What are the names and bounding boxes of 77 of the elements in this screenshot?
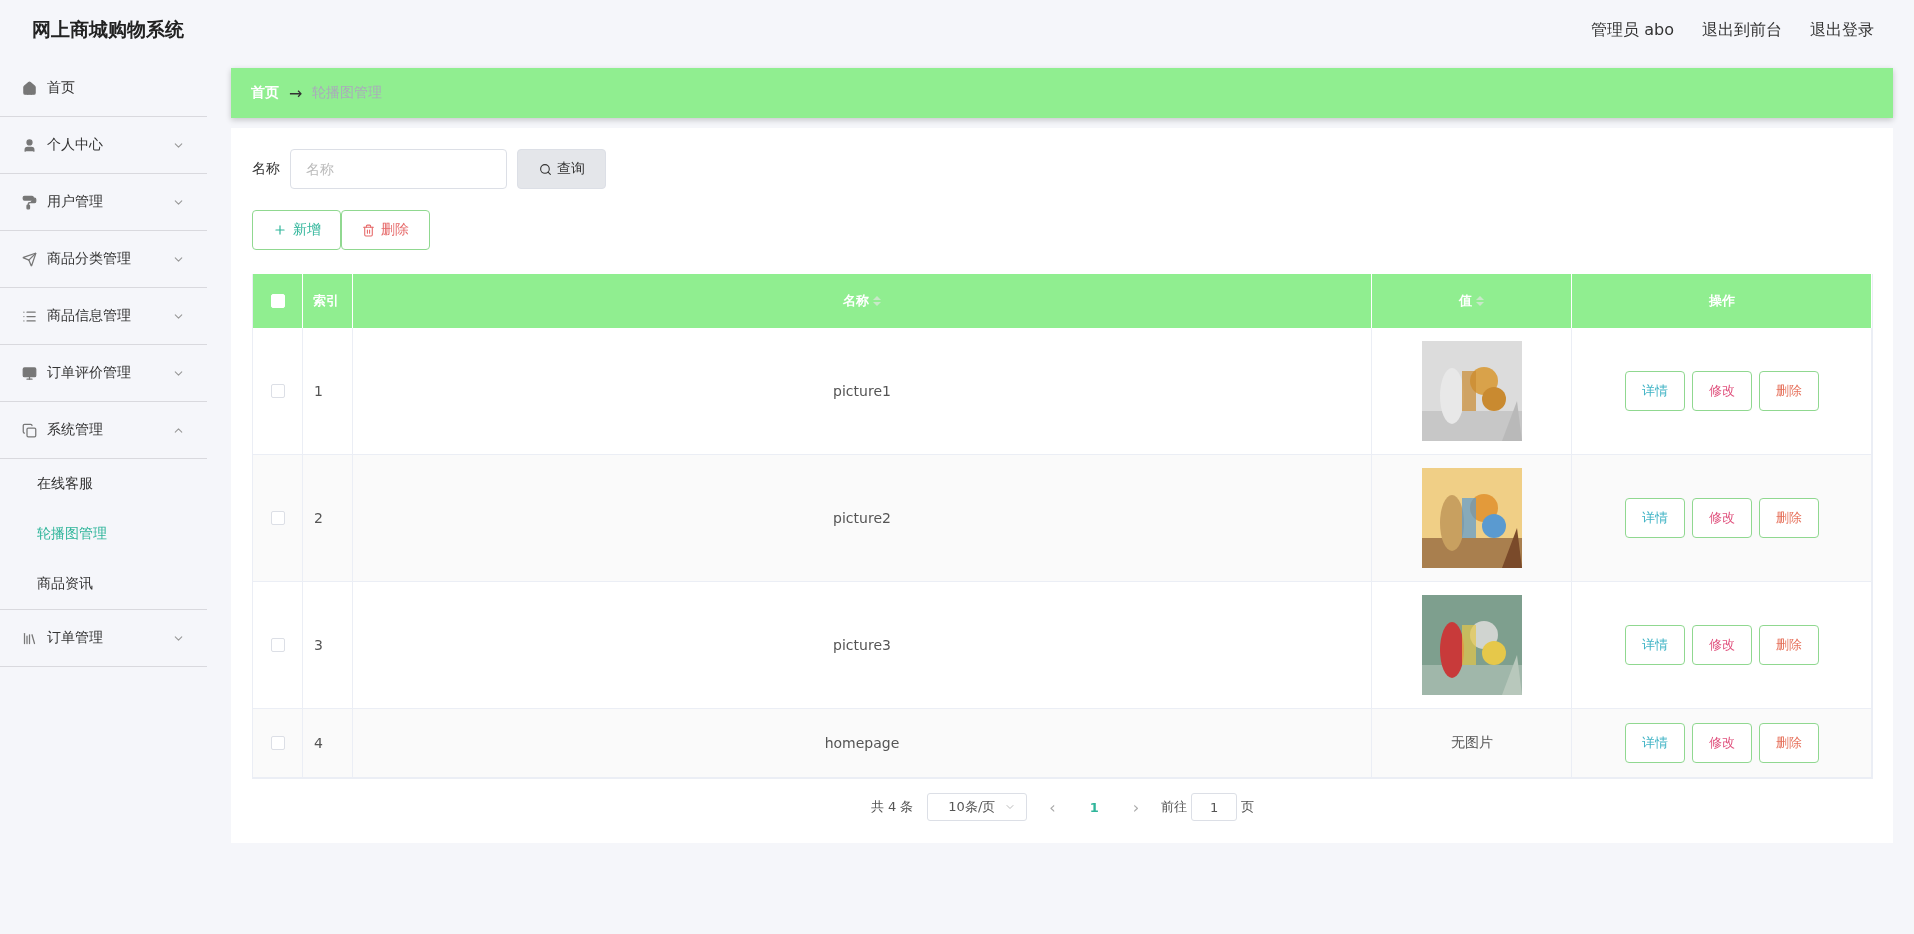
copy-icon: [22, 422, 37, 438]
sidebar-label: 用户管理: [47, 193, 104, 211]
table-cell: picture1: [353, 328, 1372, 455]
header-link[interactable]: 退出登录: [1810, 19, 1874, 41]
sidebar-item[interactable]: 商品分类管理: [0, 231, 207, 288]
table-cell: 3: [303, 582, 353, 709]
sidebar-label: 个人中心: [47, 136, 104, 154]
sidebar-subitem[interactable]: 轮播图管理: [0, 509, 207, 559]
edit-button[interactable]: 修改: [1691, 723, 1752, 763]
search-button[interactable]: 查询: [517, 149, 606, 189]
breadcrumb-separator: →: [289, 83, 303, 103]
add-button[interactable]: 新增: [252, 210, 341, 250]
home-icon: [22, 80, 37, 96]
sidebar-label: 商品分类管理: [47, 250, 132, 268]
sidebar-item[interactable]: 商品信息管理: [0, 288, 207, 345]
delete-button[interactable]: 删除: [1758, 723, 1819, 763]
sidebar-subitem[interactable]: 在线客服: [0, 459, 207, 509]
row-checkbox[interactable]: [270, 736, 285, 750]
sidebar-subitem[interactable]: 商品资讯: [0, 559, 207, 609]
search-field[interactable]: 名称: [290, 149, 507, 189]
table-cell: 4: [303, 709, 353, 778]
next-page[interactable]: ›: [1124, 797, 1148, 817]
table-cell: picture2: [353, 455, 1372, 582]
prev-page[interactable]: ‹: [1041, 797, 1064, 817]
delete-button[interactable]: 删除: [1758, 498, 1819, 538]
edit-button[interactable]: 修改: [1691, 625, 1752, 665]
user-name: 管理员 abo: [1591, 19, 1674, 41]
row-checkbox[interactable]: [270, 384, 285, 398]
table-cell: 2: [303, 455, 353, 582]
search-label: 名称: [252, 160, 280, 178]
edit-button[interactable]: 修改: [1691, 498, 1752, 538]
detail-button[interactable]: 详情: [1624, 498, 1685, 538]
search-icon: [538, 162, 552, 176]
list-icon: [22, 308, 37, 324]
goto-label: 前往: [1161, 798, 1188, 816]
sidebar-label: 首页: [47, 79, 76, 97]
sidebar-label: 订单管理: [47, 629, 104, 647]
sidebar-label: 订单评价管理: [47, 364, 132, 382]
trash-icon: [362, 223, 375, 237]
delete-button[interactable]: 删除: [341, 210, 430, 250]
sidebar-item[interactable]: 个人中心: [0, 117, 207, 174]
sort-icon: [1476, 296, 1484, 306]
send-icon: [22, 251, 37, 267]
sidebar-label: 系统管理: [47, 421, 104, 439]
monitor-icon: [22, 365, 37, 381]
total-count: 共 4 条: [870, 798, 914, 816]
table-cell: homepage: [353, 709, 1372, 778]
sidebar-item[interactable]: 用户管理: [0, 174, 207, 231]
page-number[interactable]: 1: [1077, 799, 1111, 815]
row-checkbox[interactable]: [270, 511, 285, 525]
sidebar-item[interactable]: 系统管理: [0, 402, 207, 459]
page-unit: 页: [1241, 798, 1255, 816]
sort-icon: [873, 296, 881, 306]
detail-button[interactable]: 详情: [1624, 371, 1685, 411]
sidebar-item[interactable]: 首页: [0, 60, 207, 117]
edit-button[interactable]: 修改: [1691, 371, 1752, 411]
sidebar-item[interactable]: 订单管理: [0, 610, 207, 667]
page-size-select[interactable]: 10条/页: [927, 793, 1028, 821]
user-icon: [22, 137, 37, 153]
table-cell: 1: [303, 328, 353, 455]
library-icon: [22, 630, 37, 646]
plus-icon: [272, 223, 287, 237]
breadcrumb-current: 轮播图管理: [312, 84, 383, 102]
delete-button[interactable]: 删除: [1758, 625, 1819, 665]
paint-roller-icon: [22, 194, 37, 210]
select-all-checkbox[interactable]: [270, 294, 285, 308]
row-checkbox[interactable]: [270, 638, 285, 652]
header-link[interactable]: 退出到前台: [1702, 19, 1782, 41]
goto-field[interactable]: 1: [1191, 793, 1238, 821]
delete-button[interactable]: 删除: [1758, 371, 1819, 411]
app-title: 网上商城购物系统: [32, 17, 184, 42]
table-cell: 无图片: [1372, 709, 1572, 778]
detail-button[interactable]: 详情: [1624, 625, 1685, 665]
sidebar-label: 商品信息管理: [47, 307, 132, 325]
table-cell: picture3: [353, 582, 1372, 709]
sidebar-item[interactable]: 订单评价管理: [0, 345, 207, 402]
detail-button[interactable]: 详情: [1624, 723, 1685, 763]
